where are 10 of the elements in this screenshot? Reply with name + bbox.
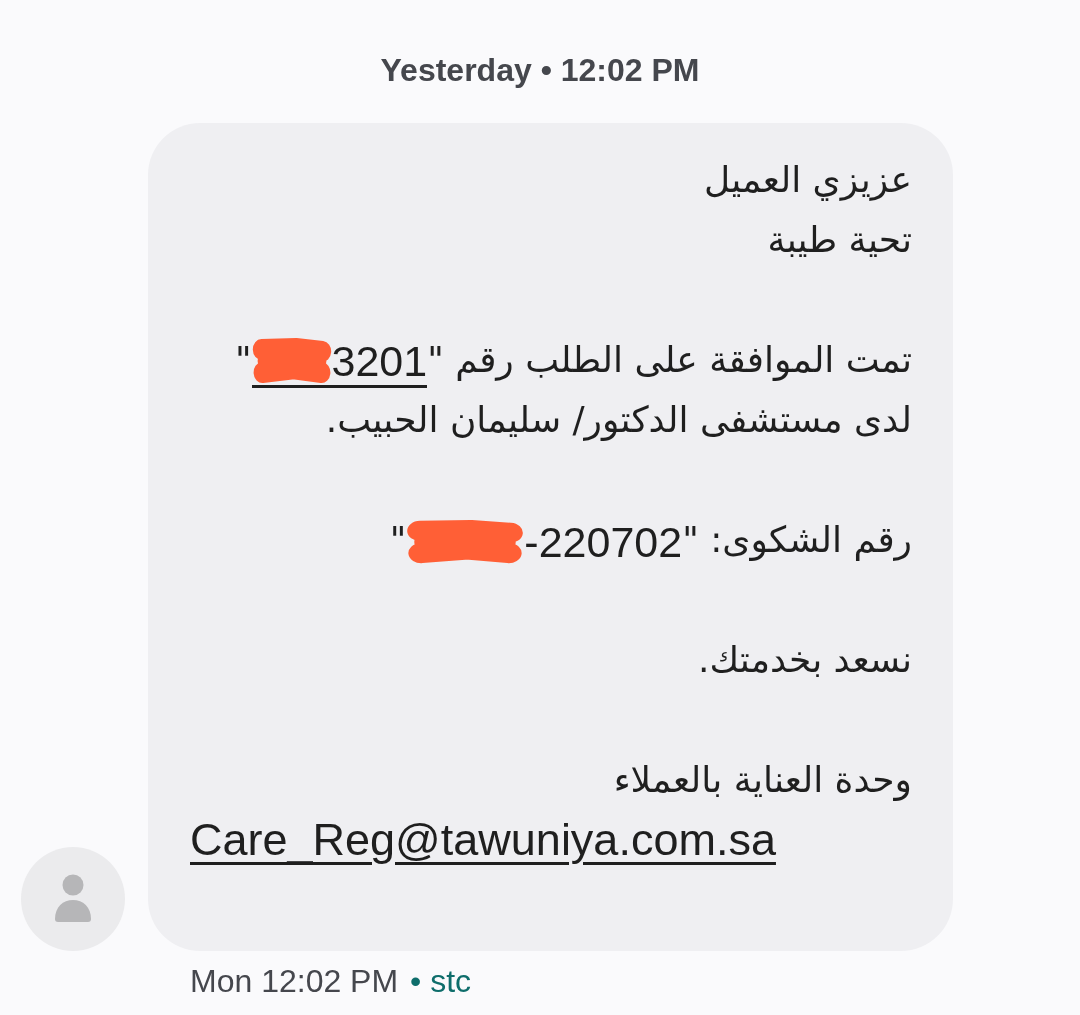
message-text: وحدة العناية بالعملاء [612,758,912,803]
message-time: Mon 12:02 PM [190,962,399,1001]
message-text: نسعد بخدمتك. [697,638,912,682]
date-header: Yesterday • 12:02 PM [380,51,700,90]
email-link[interactable]: Care_Reg@tawuniya.com.sa [190,814,776,865]
number-link[interactable]: 3201 [251,337,428,388]
contact-avatar-icon [21,847,125,951]
message-text: تحية طيبة [766,218,912,262]
message-text: عزيزي العميل [702,158,912,203]
carrier-label: • stc [410,962,472,1001]
